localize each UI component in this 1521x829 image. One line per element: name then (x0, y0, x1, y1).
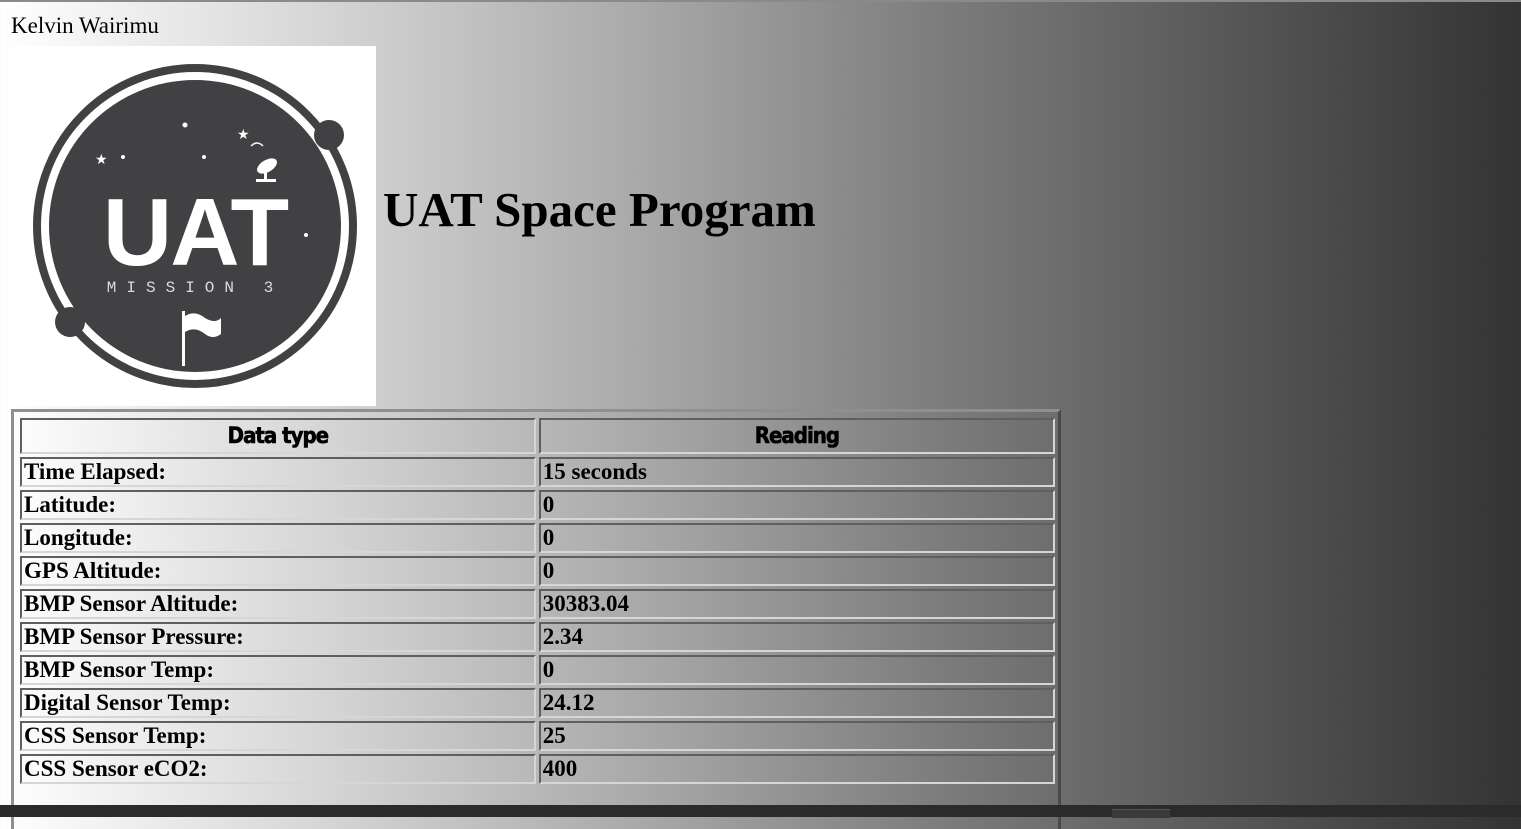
table-row: Longitude: 0 (20, 523, 1055, 553)
row-value: 0 (538, 556, 1055, 586)
telemetry-table: Data type Reading Time Elapsed: 15 secon… (17, 415, 1058, 787)
row-label: BMP Sensor Pressure: (20, 622, 536, 652)
table-row: BMP Sensor Altitude: 30383.04 (20, 589, 1055, 619)
page-title: UAT Space Program (383, 182, 816, 237)
row-value: 0 (538, 523, 1055, 553)
table-row: Digital Sensor Temp: 24.12 (20, 688, 1055, 718)
telemetry-table-frame: Data type Reading Time Elapsed: 15 secon… (11, 409, 1061, 829)
svg-text:★: ★ (95, 152, 108, 168)
row-label: CSS Sensor Temp: (20, 721, 536, 751)
row-label: Latitude: (20, 490, 536, 520)
row-label: Time Elapsed: (20, 457, 536, 487)
svg-text:★: ★ (237, 127, 250, 143)
table-row: BMP Sensor Pressure: 2.34 (20, 622, 1055, 652)
row-value: 24.12 (538, 688, 1055, 718)
row-value: 15 seconds (538, 457, 1055, 487)
table-row: Time Elapsed: 15 seconds (20, 457, 1055, 487)
uat-mission-logo: ★ ★ UAT MISSION 3 (11, 46, 376, 406)
row-label: Longitude: (20, 523, 536, 553)
row-label: GPS Altitude: (20, 556, 536, 586)
row-value: 0 (538, 490, 1055, 520)
logo-main-text: UAT (103, 179, 289, 286)
table-header-row: Data type Reading (20, 418, 1055, 454)
table-row: BMP Sensor Temp: 0 (20, 655, 1055, 685)
row-value: 25 (538, 721, 1055, 751)
row-label: Digital Sensor Temp: (20, 688, 536, 718)
table-row: GPS Altitude: 0 (20, 556, 1055, 586)
header-data-type: Data type (20, 418, 536, 454)
table-row: CSS Sensor eCO2: 400 (20, 754, 1055, 784)
table-row: CSS Sensor Temp: 25 (20, 721, 1055, 751)
header-reading: Reading (538, 418, 1055, 454)
row-label: CSS Sensor eCO2: (20, 754, 536, 784)
row-label: BMP Sensor Temp: (20, 655, 536, 685)
top-divider (0, 0, 1521, 2)
row-value: 400 (538, 754, 1055, 784)
row-value: 0 (538, 655, 1055, 685)
table-row: Latitude: 0 (20, 490, 1055, 520)
taskbar-strip (0, 805, 1521, 818)
logo-sub-text: MISSION 3 (107, 279, 283, 297)
row-value: 30383.04 (538, 589, 1055, 619)
row-value: 2.34 (538, 622, 1055, 652)
row-label: BMP Sensor Altitude: (20, 589, 536, 619)
author-name: Kelvin Wairimu (11, 13, 159, 38)
